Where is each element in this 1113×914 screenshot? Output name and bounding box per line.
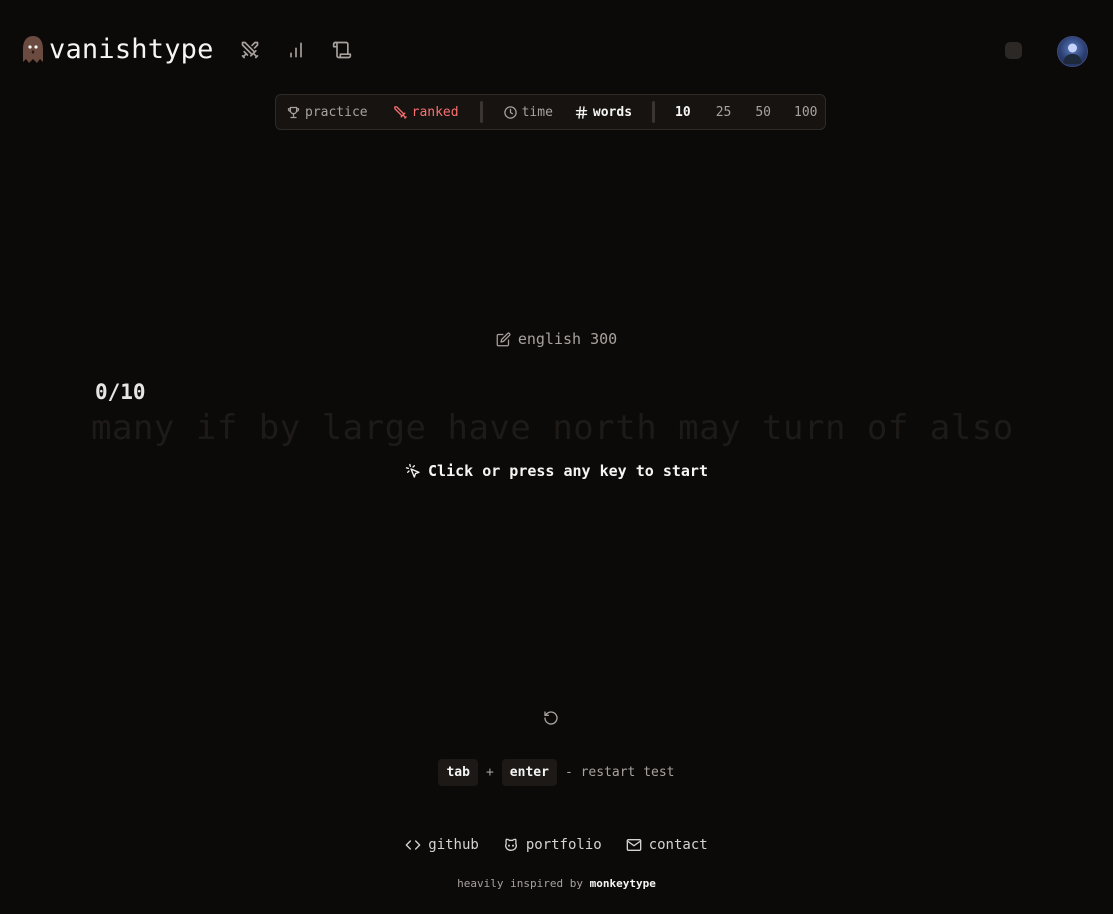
count-option-25[interactable]: 25 [716,105,732,120]
logo-link[interactable]: vanishtype [22,34,214,65]
count-option-10[interactable]: 10 [675,105,691,120]
clock-icon [503,105,517,119]
count-label: 100 [794,104,818,120]
cat-icon [504,838,517,851]
swords-icon[interactable] [236,38,264,62]
start-hint[interactable]: Click or press any key to start [0,462,1113,480]
github-label: github [428,837,479,853]
mode-separator [479,101,483,123]
plus-sign: + [485,765,494,780]
brand-name: vanishtype [49,34,214,65]
page: vanishtype practice ranked time words 10… [0,0,1113,914]
count-option-50[interactable]: 50 [755,105,771,120]
bar-chart-icon[interactable] [282,38,310,62]
header: vanishtype [22,32,1113,68]
github-link[interactable]: github [405,837,479,853]
portfolio-label: portfolio [525,837,602,853]
edit-icon [496,332,511,346]
restart-shortcut-hint: tab + enter - restart test [0,759,1113,786]
code-icon [405,840,421,850]
theme-toggle-button[interactable] [1005,42,1022,59]
practice-mode-button[interactable]: practice [286,105,368,120]
nav-icons [236,38,356,62]
count-label: 25 [715,104,732,120]
hash-icon [575,105,588,119]
restart-button[interactable] [541,708,561,728]
count-separator [652,101,656,123]
credit-prefix: heavily inspired by [457,877,583,890]
sword-icon [393,105,407,119]
portfolio-link[interactable]: portfolio [503,837,602,853]
monkeytype-link[interactable]: monkeytype [590,877,656,890]
restart-icon [544,711,558,725]
mode-bar: practice ranked time words 10 25 50 100 [275,94,826,130]
time-label: time [521,104,553,120]
start-hint-label: Click or press any key to start [428,462,708,480]
trophy-icon [287,106,300,118]
scroll-icon[interactable] [328,38,356,62]
words-mode-button[interactable]: words [574,105,632,120]
count-label: 50 [755,104,772,120]
count-option-100[interactable]: 100 [794,105,817,120]
credit-line: heavily inspired by monkeytype [0,877,1113,890]
typing-words[interactable]: many if by large have north may turn of … [91,408,1014,448]
pointer-click-icon [405,463,420,478]
language-selector[interactable]: english 300 [0,330,1113,348]
words-label: words [592,104,633,120]
word-progress-counter: 0/10 [95,380,146,404]
practice-label: practice [305,104,368,120]
mail-icon [626,839,642,851]
ranked-mode-button[interactable]: ranked [393,105,459,120]
user-avatar[interactable] [1057,36,1088,67]
ranked-label: ranked [411,104,459,120]
enter-key: enter [501,759,557,786]
shortcut-description: - restart test [564,765,675,780]
tab-key: tab [438,759,478,786]
language-label: english 300 [517,330,618,348]
footer-links: github portfolio contact [0,837,1113,853]
contact-link[interactable]: contact [626,837,708,853]
count-label: 10 [675,104,691,120]
ghost-icon [23,35,43,63]
time-mode-button[interactable]: time [503,105,553,120]
contact-label: contact [648,837,708,853]
